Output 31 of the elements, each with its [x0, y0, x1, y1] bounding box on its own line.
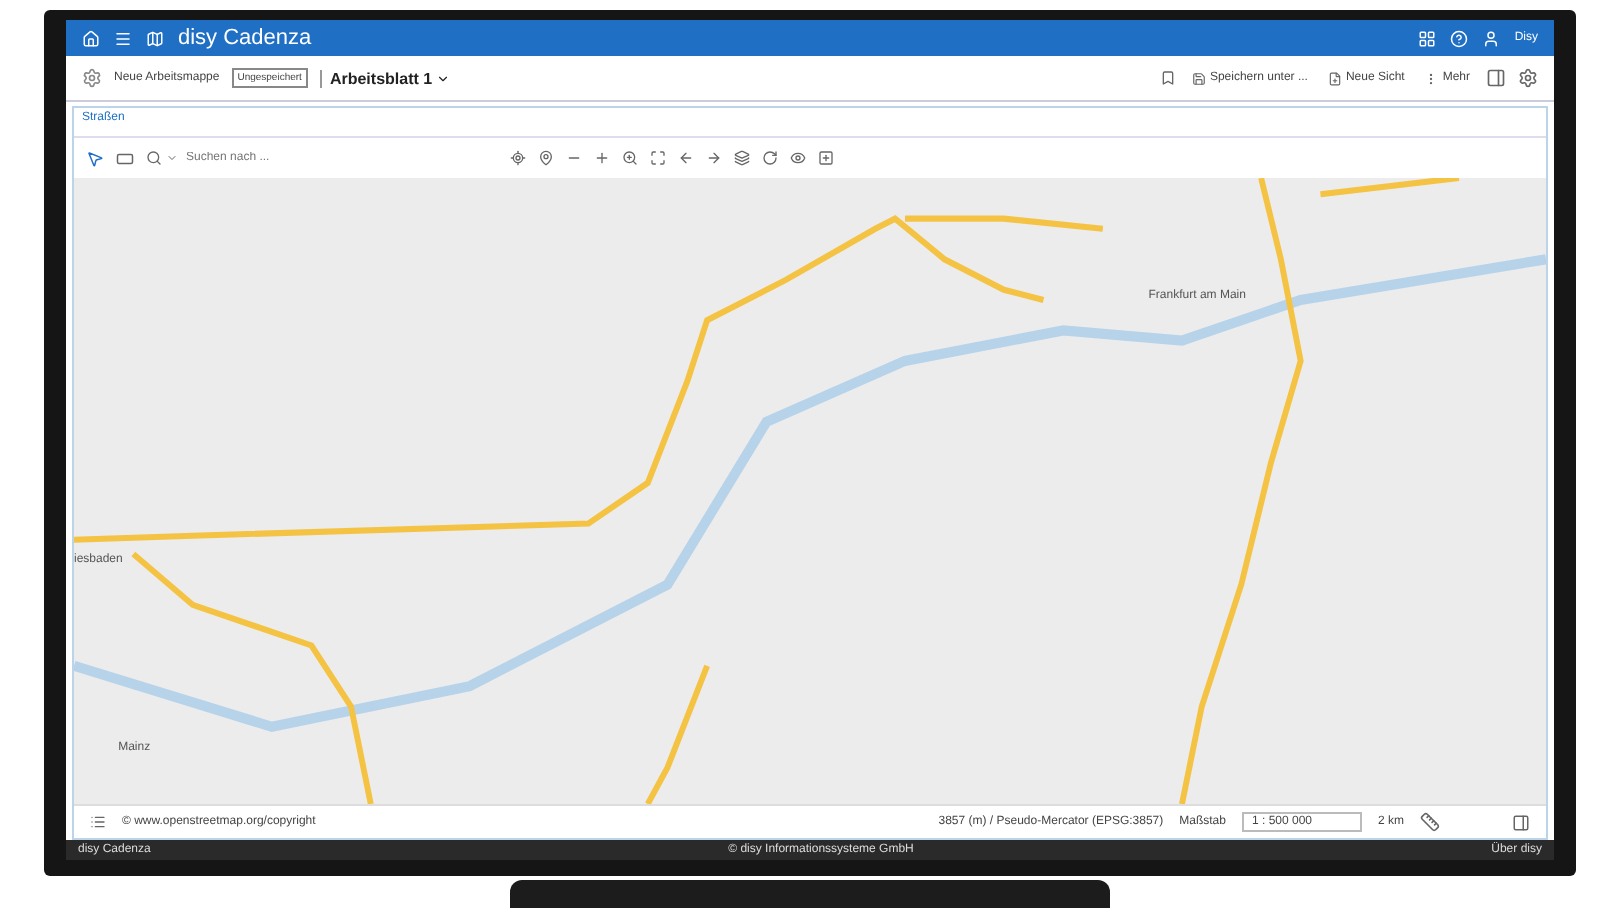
home-icon[interactable] [82, 29, 100, 47]
sheet-tab[interactable]: Arbeitsblatt 1 [319, 69, 459, 87]
pointer-icon[interactable] [86, 149, 104, 167]
user-icon[interactable] [1482, 29, 1501, 47]
bookmark-icon[interactable] [1159, 70, 1176, 86]
eye-icon[interactable] [790, 150, 806, 166]
menu-icon[interactable] [114, 29, 132, 47]
settings-icon[interactable] [1518, 68, 1538, 88]
back-icon[interactable] [678, 150, 694, 166]
search-icon[interactable] [146, 150, 162, 166]
caret-icon[interactable] [436, 71, 451, 85]
list-icon[interactable] [90, 814, 106, 830]
layers-icon[interactable] [734, 150, 750, 166]
settings-icon[interactable] [82, 68, 102, 88]
rectangle-icon[interactable] [116, 149, 134, 167]
app-title: disy Cadenza [178, 26, 312, 50]
new-file-icon[interactable] [1327, 71, 1342, 85]
forward-icon[interactable] [706, 150, 722, 166]
help-icon[interactable] [1450, 29, 1469, 47]
locate-icon[interactable] [510, 150, 526, 166]
save-icon[interactable] [1191, 71, 1206, 85]
add-icon[interactable] [818, 150, 834, 166]
extent-icon[interactable] [650, 150, 666, 166]
zoom-in-icon[interactable] [622, 150, 638, 166]
plus-icon[interactable] [594, 150, 610, 166]
panel-icon[interactable] [1486, 68, 1506, 88]
panel-icon[interactable] [1512, 813, 1530, 831]
grid-icon[interactable] [1418, 29, 1437, 47]
refresh-icon[interactable] [762, 150, 778, 166]
map-icon[interactable] [146, 29, 164, 47]
pin-icon[interactable] [538, 150, 554, 166]
